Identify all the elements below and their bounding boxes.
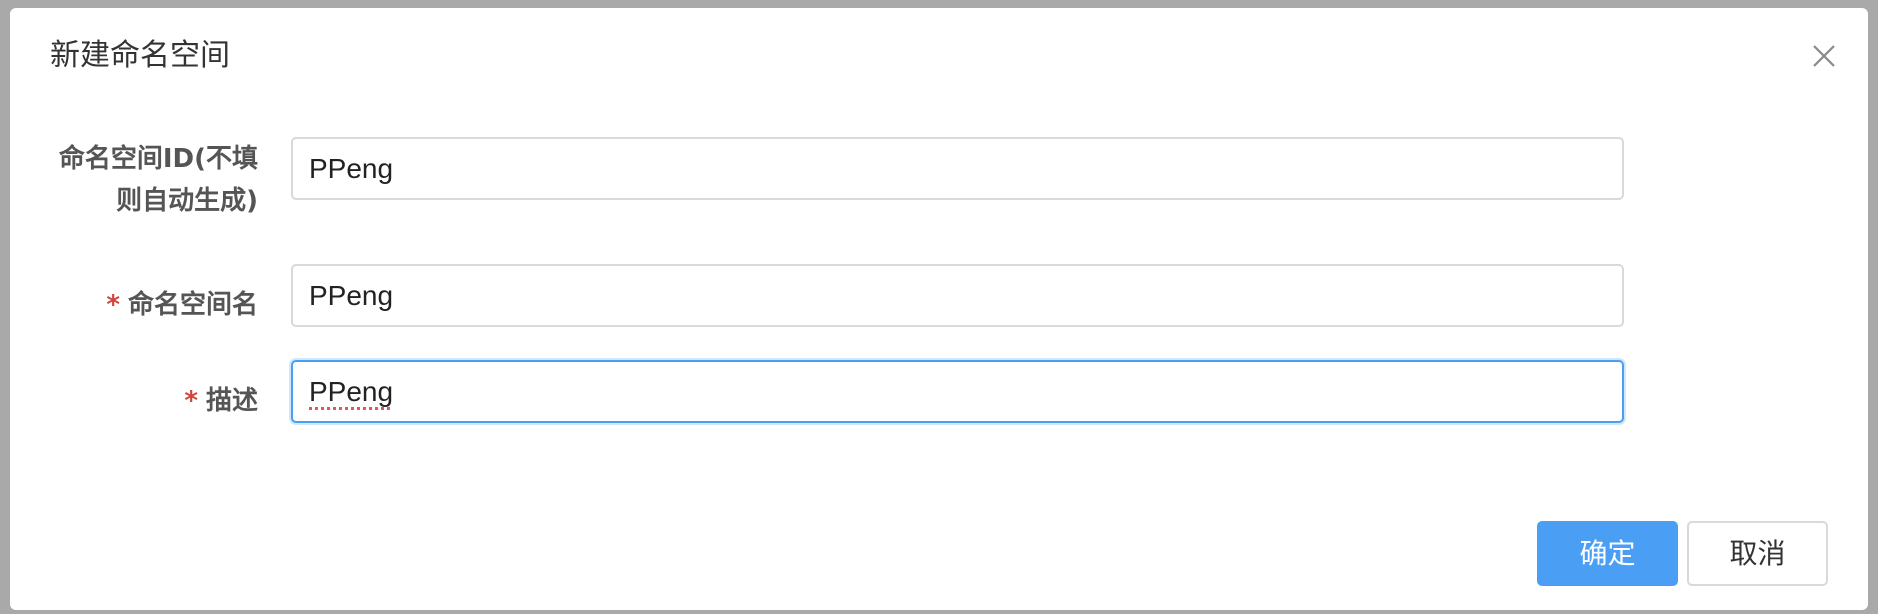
description-input[interactable]: PPeng: [291, 360, 1624, 423]
cancel-button[interactable]: 取消: [1687, 521, 1828, 586]
namespace-id-label-line2: 则自动生成): [116, 186, 258, 216]
create-namespace-dialog: 新建命名空间 命名空间ID(不填 则自动生成) *命名空间名 *描述 PPeng…: [10, 8, 1868, 610]
namespace-id-label-line1: 命名空间ID(不填: [58, 144, 258, 174]
namespace-name-input[interactable]: [291, 264, 1624, 327]
namespace-name-label: * 命名空间名: [106, 284, 258, 326]
confirm-button[interactable]: 确定: [1537, 521, 1678, 586]
namespace-id-label: 命名空间ID(不填 则自动生成): [59, 138, 258, 222]
required-mark: *: [106, 290, 120, 320]
close-icon-svg: [1813, 45, 1835, 67]
description-input-value: PPeng: [309, 376, 394, 407]
close-icon[interactable]: [1810, 42, 1838, 70]
description-label-text: 描述: [205, 386, 258, 416]
required-mark: *: [184, 386, 198, 416]
namespace-name-label-text: 命名空间名: [127, 290, 258, 320]
description-label: * 描述: [184, 380, 258, 422]
dialog-title: 新建命名空间: [50, 38, 230, 73]
namespace-id-input[interactable]: [291, 137, 1624, 200]
